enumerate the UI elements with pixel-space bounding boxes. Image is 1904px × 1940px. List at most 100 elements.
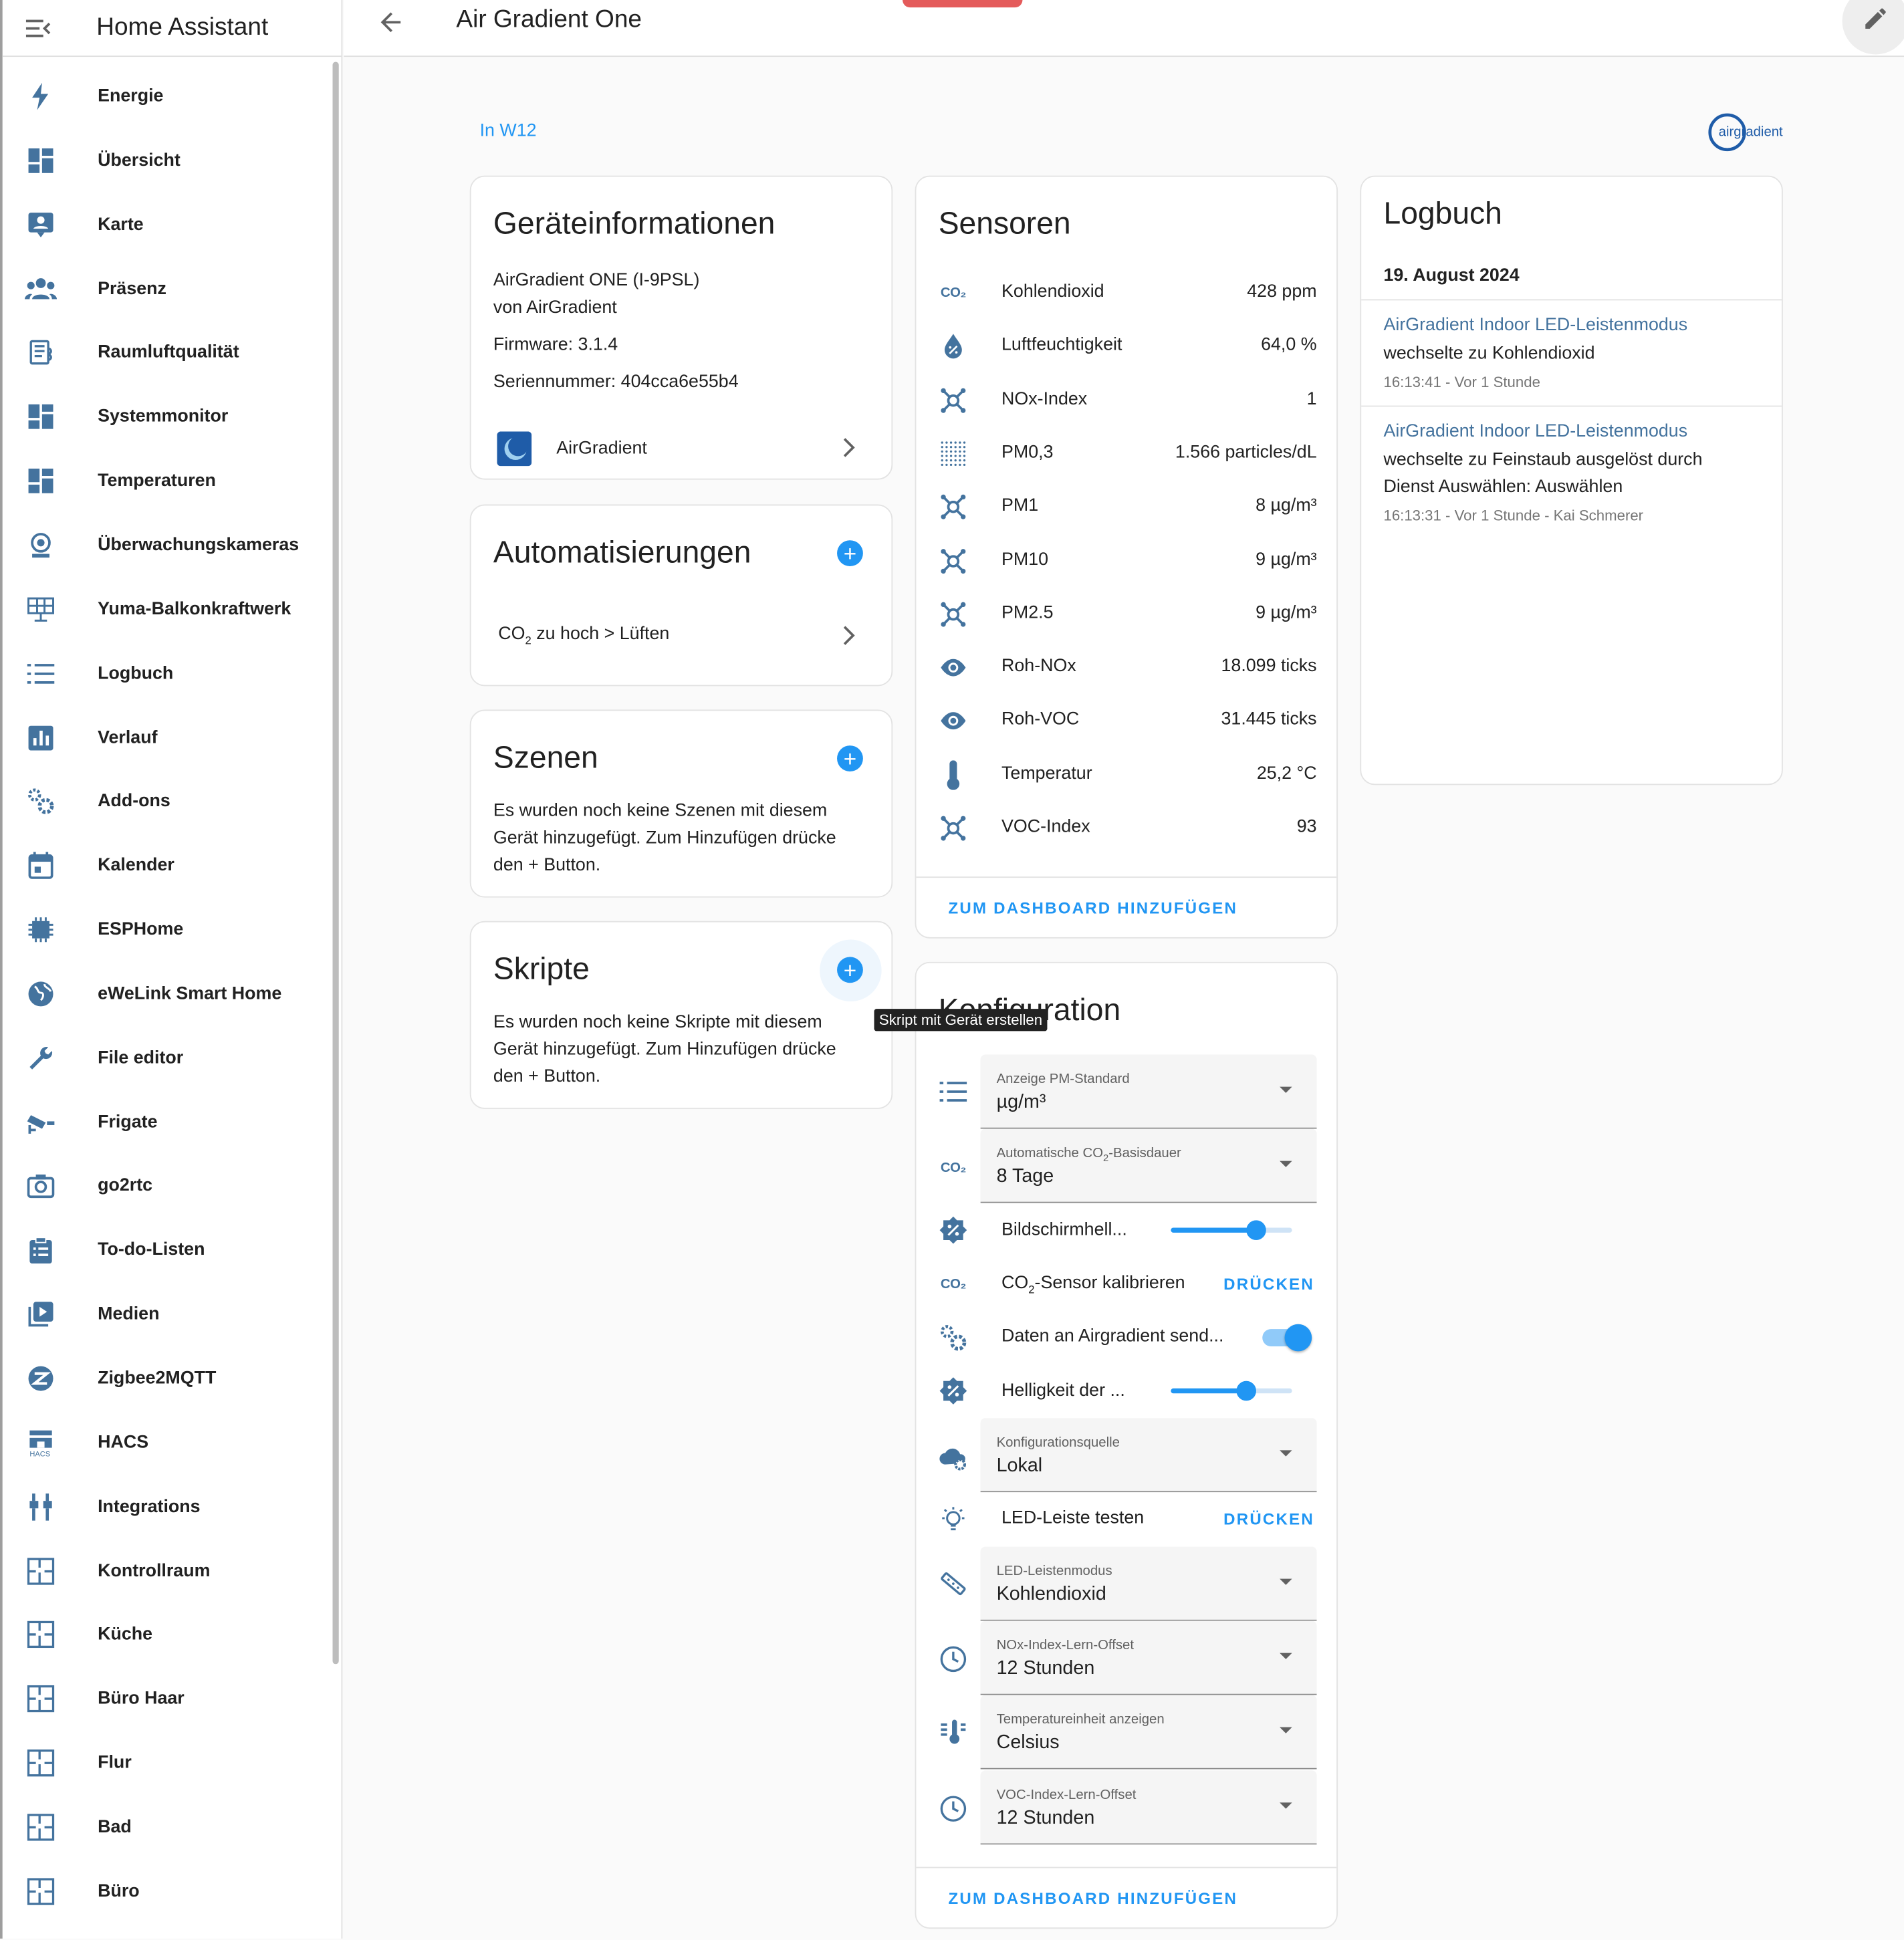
sensor-row[interactable]: PM0,3 1.566 particles/dL [916, 428, 1338, 481]
solar-panel-icon [3, 596, 80, 623]
notification-tab[interactable] [903, 0, 1023, 8]
sidebar-item-kalender[interactable]: Kalender [3, 834, 327, 898]
sidebar-item-label: Medien [98, 1304, 160, 1324]
co2-icon: CO₂ [940, 1277, 966, 1292]
led-test-button[interactable]: DRÜCKEN [1223, 1509, 1314, 1528]
co2-calibrate-button[interactable]: DRÜCKEN [1223, 1275, 1314, 1294]
sidebar-item-präsenz[interactable]: Präsenz [3, 257, 327, 321]
sidebar-item-logbuch[interactable]: Logbuch [3, 641, 327, 705]
sidebar-item-küche[interactable]: Küche [3, 1603, 327, 1667]
molecule-icon [939, 814, 968, 843]
nox-offset-select[interactable]: NOx-Index-Lern-Offset 12 Stunden [980, 1620, 1317, 1695]
card-title: Sensoren [938, 206, 1071, 241]
sensor-row[interactable]: NOx-Index 1 [916, 374, 1338, 428]
sensor-row[interactable]: Temperatur 25,2 °C [916, 749, 1338, 802]
config-source-select[interactable]: Konfigurationsquelle Lokal [980, 1418, 1317, 1493]
sidebar-item-to-do-listen[interactable]: To-do-Listen [3, 1218, 327, 1282]
display-brightness-slider[interactable] [1171, 1220, 1292, 1240]
sidebar-item-hacs[interactable]: HACS HACS [3, 1411, 327, 1475]
sidebar-item-raumluftqualität[interactable]: Raumluftqualität [3, 321, 327, 385]
logbook-date: 19. August 2024 [1383, 265, 1520, 286]
sidebar-item-systemmonitor[interactable]: Systemmonitor [3, 385, 327, 449]
sidebar-item-temperaturen[interactable]: Temperaturen [3, 449, 327, 513]
molecule-icon [939, 600, 968, 629]
menu-toggle-icon[interactable] [3, 18, 74, 38]
sensor-row[interactable]: PM1 8 µg/m³ [916, 481, 1338, 535]
sidebar-item-kontrollraum[interactable]: Kontrollraum [3, 1539, 327, 1603]
sidebar-scrollbar[interactable] [332, 62, 339, 1665]
card-title: Skripte [493, 952, 590, 987]
add-scene-button[interactable]: + [837, 745, 863, 772]
sensor-row[interactable]: Roh-VOC 31.445 ticks [916, 695, 1338, 749]
slider-thumb[interactable] [1235, 1380, 1256, 1401]
select-label: NOx-Index-Lern-Offset [996, 1638, 1135, 1653]
device-manufacturer: von AirGradient [493, 297, 617, 318]
cctv-icon [3, 1110, 80, 1134]
sidebar-item-medien[interactable]: Medien [3, 1282, 327, 1346]
sidebar-item-esphome[interactable]: ESPHome [3, 898, 327, 962]
sensor-row[interactable]: PM2.5 9 µg/m³ [916, 588, 1338, 642]
people-icon [3, 276, 80, 301]
sensor-row[interactable]: Roh-NOx 18.099 ticks [916, 642, 1338, 695]
edit-button[interactable] [1842, 0, 1904, 55]
sensors-card: Sensoren CO₂ Kohlendioxid 428 ppm Luftfeuch… [915, 175, 1338, 939]
eye-icon [939, 653, 968, 683]
pm-standard-select[interactable]: Anzeige PM-Standard µg/m³ [980, 1054, 1317, 1129]
sidebar-item-frigate[interactable]: Frigate [3, 1090, 327, 1154]
logbook-entry-title[interactable]: AirGradient Indoor LED-Leistenmodus [1383, 316, 1687, 336]
webcam-icon [3, 531, 80, 559]
sidebar-item-ewelink-smart-home[interactable]: eWeLink Smart Home [3, 962, 327, 1026]
sensor-name: PM1 [1001, 495, 1039, 516]
sidebar-item-zigbee2mqtt[interactable]: Zigbee2MQTT [3, 1346, 327, 1411]
temperature-unit-select[interactable]: Temperatureinheit anzeigen Celsius [980, 1695, 1317, 1770]
sensor-row[interactable]: Luftfeuchtigkeit 64,0 % [916, 321, 1338, 374]
sidebar-item-energie[interactable]: Energie [3, 64, 327, 128]
slider-fill [1171, 1388, 1246, 1394]
sidebar-item-karte[interactable]: Karte [3, 193, 327, 257]
automation-item[interactable]: CO2 zu hoch > Lüften [471, 612, 894, 658]
sidebar-item-go2rtc[interactable]: go2rtc [3, 1154, 327, 1218]
voc-offset-select[interactable]: VOC-Index-Lern-Offset 12 Stunden [980, 1770, 1317, 1845]
sensor-name: Roh-NOx [1001, 656, 1076, 677]
dots-grid-icon [939, 439, 968, 468]
sidebar-item-büro-haar[interactable]: Büro Haar [3, 1667, 327, 1731]
send-data-toggle[interactable] [1262, 1324, 1312, 1352]
sidebar-item-yuma-balkonkraftwerk[interactable]: Yuma-Balkonkraftwerk [3, 577, 327, 641]
led-mode-select[interactable]: LED-Leistenmodus Kohlendioxid [980, 1546, 1317, 1621]
sensor-row[interactable]: VOC-Index 93 [916, 802, 1338, 856]
sensor-name: PM0,3 [1001, 442, 1054, 463]
sidebar-item-file-editor[interactable]: File editor [3, 1026, 327, 1090]
sidebar-item-verlauf[interactable]: Verlauf [3, 705, 327, 769]
integration-link[interactable]: AirGradient [471, 422, 894, 476]
sidebar-item-bad[interactable]: Bad [3, 1795, 327, 1859]
sensor-value: 18.099 ticks [1221, 656, 1317, 677]
sensor-row[interactable]: PM10 9 µg/m³ [916, 535, 1338, 588]
led-brightness-slider[interactable] [1171, 1380, 1292, 1401]
co2-baseline-select[interactable]: Automatische CO2-Basisdauer 8 Tage [980, 1128, 1317, 1203]
sidebar-item-büro[interactable]: Büro [3, 1859, 327, 1923]
sidebar-item-überwachungskameras[interactable]: Überwachungskameras [3, 513, 327, 577]
send-data-label: Daten an Airgradient send... [1001, 1326, 1224, 1346]
add-to-dashboard-button[interactable]: ZUM DASHBOARD HINZUFÜGEN [948, 1889, 1237, 1908]
sidebar-item-label: Überwachungskameras [98, 535, 300, 556]
card-title: Geräteinformationen [493, 206, 776, 241]
add-automation-button[interactable]: + [837, 540, 863, 567]
add-to-dashboard-button[interactable]: ZUM DASHBOARD HINZUFÜGEN [948, 899, 1237, 918]
sidebar-item-add-ons[interactable]: Add-ons [3, 769, 327, 834]
add-script-button[interactable]: + [837, 957, 863, 983]
co2-calibrate-label: CO2-Sensor kalibrieren [1001, 1273, 1185, 1296]
sensor-name: Luftfeuchtigkeit [1001, 335, 1122, 356]
sidebar-item-flur[interactable]: Flur [3, 1731, 327, 1795]
brand-logo-text: airgradient [1719, 124, 1783, 139]
sidebar-item-übersicht[interactable]: Übersicht [3, 128, 327, 193]
select-label: LED-Leistenmodus [996, 1564, 1112, 1579]
logbook-entry-title[interactable]: AirGradient Indoor LED-Leistenmodus [1383, 422, 1687, 442]
breadcrumb[interactable]: In W12 [480, 121, 537, 141]
sensor-row[interactable]: CO₂ Kohlendioxid 428 ppm [916, 267, 1338, 320]
eye-icon [939, 707, 968, 736]
caret-down-icon [1280, 1727, 1292, 1733]
sidebar-item-integrations[interactable]: Integrations [3, 1475, 327, 1539]
slider-thumb[interactable] [1245, 1220, 1266, 1240]
card-title: Logbuch [1383, 197, 1502, 231]
back-arrow-icon[interactable] [376, 7, 405, 43]
